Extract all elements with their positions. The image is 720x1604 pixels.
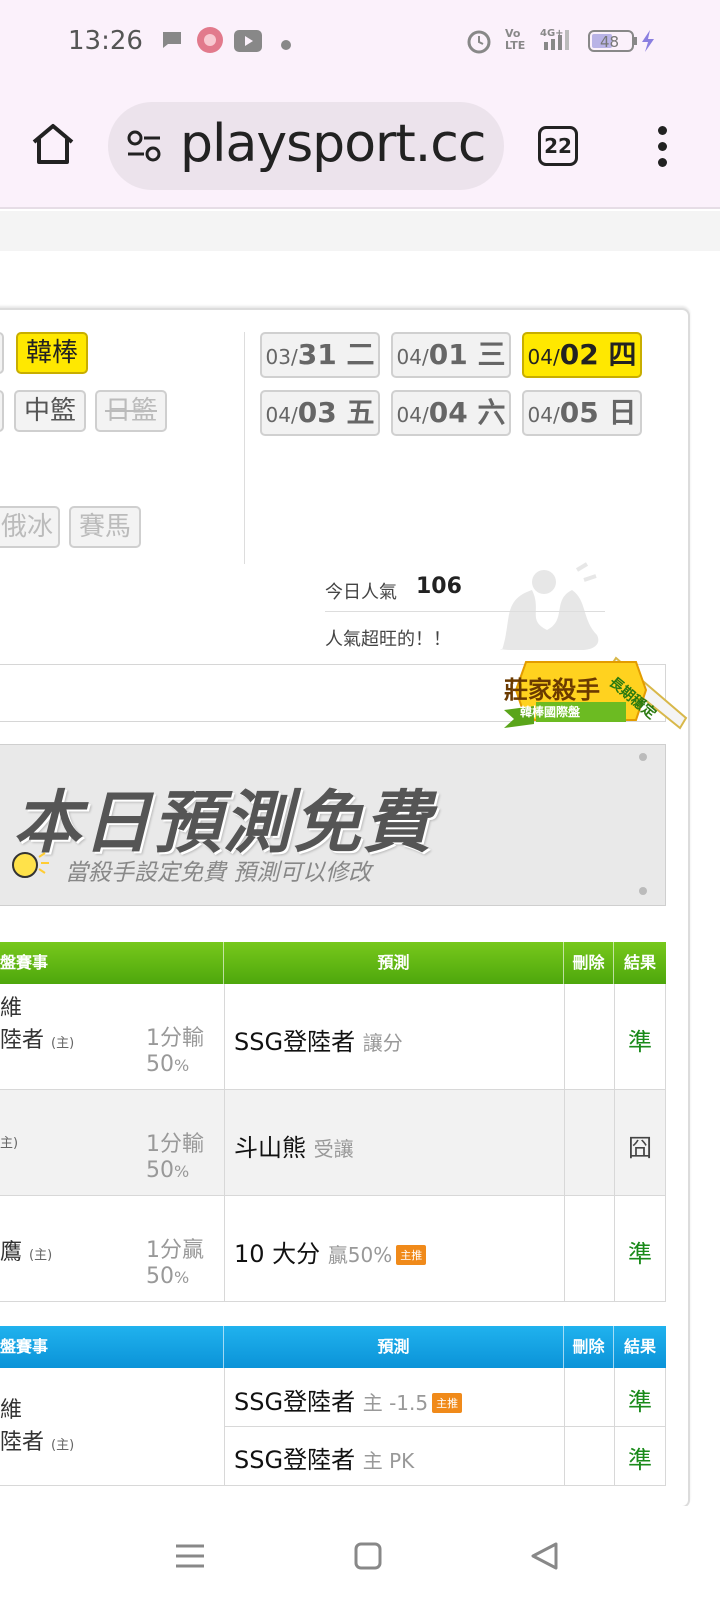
page-top-strip — [0, 211, 720, 251]
header-match: 盤賽事 — [0, 1326, 224, 1368]
result-mark: 準 — [628, 1388, 652, 1416]
date-0331[interactable]: 03/31 二 — [260, 332, 380, 378]
chat-notification-icon — [160, 28, 184, 56]
status-bar: 13:26 Vo LTE 4G+ 48 — [0, 0, 720, 82]
system-nav-bar — [0, 1506, 720, 1604]
result-mark: 準 — [628, 1446, 652, 1474]
team-home: 陸者 (主) — [0, 1430, 75, 1455]
address-bar[interactable]: playsport.cc — [108, 102, 504, 190]
banner-screw — [639, 753, 647, 761]
team-home: 主) — [0, 1136, 19, 1151]
browser-toolbar: playsport.cc 22 — [0, 82, 720, 209]
free-prediction-banner: 本日預測免費 當殺手設定免費 預測可以修改 — [0, 744, 666, 906]
header-match: 盤賽事 — [0, 942, 224, 984]
sport-chip-bleague: 日籃 — [95, 390, 167, 432]
date-0404[interactable]: 04/04 六 — [391, 390, 511, 436]
table-row: 維 陸者 (主) SSG登陸者 主 -1.5 主推 準 SSG登陸者 主 PK 準 — [0, 1368, 666, 1486]
prediction-pick: 斗山熊 受讓 — [234, 1134, 354, 1162]
battery-icon: 48 — [588, 28, 660, 58]
home-icon[interactable] — [30, 122, 76, 170]
site-settings-icon[interactable] — [126, 129, 162, 167]
sport-chip-kbo[interactable]: 韓棒 — [16, 332, 88, 374]
header-result: 結果 — [623, 953, 656, 972]
header-delete: 刪除 — [564, 942, 614, 984]
sport-chip-hidden[interactable] — [0, 332, 4, 374]
alarm-icon — [466, 28, 492, 58]
header-delete: 刪除 — [564, 1326, 614, 1368]
result-mark: 囧 — [628, 1134, 652, 1162]
prediction-pick: SSG登陸者 主 PK — [234, 1446, 415, 1474]
prediction-pick: 10 大分 贏50% 主推 — [234, 1234, 427, 1269]
date-0405[interactable]: 04/05 日 — [522, 390, 642, 436]
prediction-table-2: 盤賽事 預測 刪除 結果 維 陸者 (主) SSG登陸者 主 -1.5 主推 準 … — [0, 1326, 666, 1506]
tab-switcher-button[interactable]: 22 — [538, 126, 578, 166]
sport-chip-hidden-2[interactable] — [0, 390, 4, 432]
popularity-text: 人氣超旺的！！ — [325, 629, 451, 650]
date-0401[interactable]: 04/01 三 — [391, 332, 511, 378]
match-outcome: 1分贏 50% — [146, 1238, 204, 1289]
badge-subtitle: 韓棒國際盤 — [520, 705, 581, 719]
sport-chip-horse: 賽馬 — [69, 506, 141, 548]
date-0403[interactable]: 04/03 五 — [260, 390, 380, 436]
signal-icon: 4G+ — [540, 26, 574, 56]
match-outcome: 1分輸 50% — [146, 1026, 204, 1077]
sport-chip-cba[interactable]: 中籃 — [14, 390, 86, 432]
featured-tag: 主推 — [396, 1245, 427, 1265]
featured-tag: 主推 — [432, 1393, 463, 1413]
more-notifications-dot — [281, 35, 291, 54]
url-text: playsport.cc — [180, 114, 486, 174]
prediction-table-1: 盤賽事 預測 刪除 結果 維 陸者 (主) 1分輸 50% SSG登陸者 讓分 準… — [0, 942, 666, 1302]
mascot-watermark-icon — [482, 560, 612, 664]
header-result: 結果 — [623, 1337, 656, 1356]
home-nav-icon[interactable] — [354, 1542, 382, 1574]
sport-chip-khl: 俄冰 — [0, 506, 60, 548]
banner-title: 本日預測免費 — [13, 784, 434, 863]
result-mark: 準 — [628, 1240, 652, 1268]
banner-screw — [639, 887, 647, 895]
badge-title: 莊家殺手 — [504, 676, 600, 704]
team-home: 鷹 (主) — [0, 1240, 53, 1265]
popularity-count: 106 — [416, 574, 462, 599]
table-header: 盤賽事 預測 刪除 結果 — [0, 942, 666, 984]
header-prediction: 預測 — [224, 1326, 564, 1368]
volte-icon: Vo LTE — [505, 27, 526, 52]
team-away: 維 — [0, 1398, 23, 1423]
popularity-divider — [325, 611, 605, 612]
table-row: 維 陸者 (主) 1分輸 50% SSG登陸者 讓分 準 — [0, 984, 666, 1090]
popularity-label: 今日人氣 — [325, 582, 397, 603]
team-away: 維 — [0, 996, 23, 1021]
header-prediction: 預測 — [224, 942, 564, 984]
youtube-icon — [234, 30, 262, 56]
app-notification-icon — [196, 26, 224, 58]
table-row: 主) 1分輸 50% 斗山熊 受讓 囧 — [0, 1090, 666, 1196]
table-header: 盤賽事 預測 刪除 結果 — [0, 1326, 666, 1368]
status-time: 13:26 — [68, 26, 143, 56]
recent-apps-icon[interactable] — [176, 1542, 204, 1574]
prediction-pick: SSG登陸者 主 -1.5 主推 — [234, 1382, 463, 1417]
table-row: 鷹 (主) 1分贏 50% 10 大分 贏50% 主推 準 — [0, 1196, 666, 1302]
battery-level: 48 — [600, 33, 619, 51]
team-home: 陸者 (主) — [0, 1028, 75, 1053]
back-icon[interactable] — [530, 1542, 558, 1574]
date-0402-selected[interactable]: 04/02 四 — [522, 332, 642, 378]
menu-icon[interactable] — [658, 126, 670, 174]
prediction-pick: SSG登陸者 讓分 — [234, 1028, 403, 1056]
match-outcome: 1分輸 50% — [146, 1132, 204, 1183]
result-mark: 準 — [628, 1028, 652, 1056]
panel-divider — [244, 332, 245, 564]
banner-subtitle: 當殺手設定免費 預測可以修改 — [65, 860, 372, 886]
lightbulb-icon — [11, 849, 51, 883]
